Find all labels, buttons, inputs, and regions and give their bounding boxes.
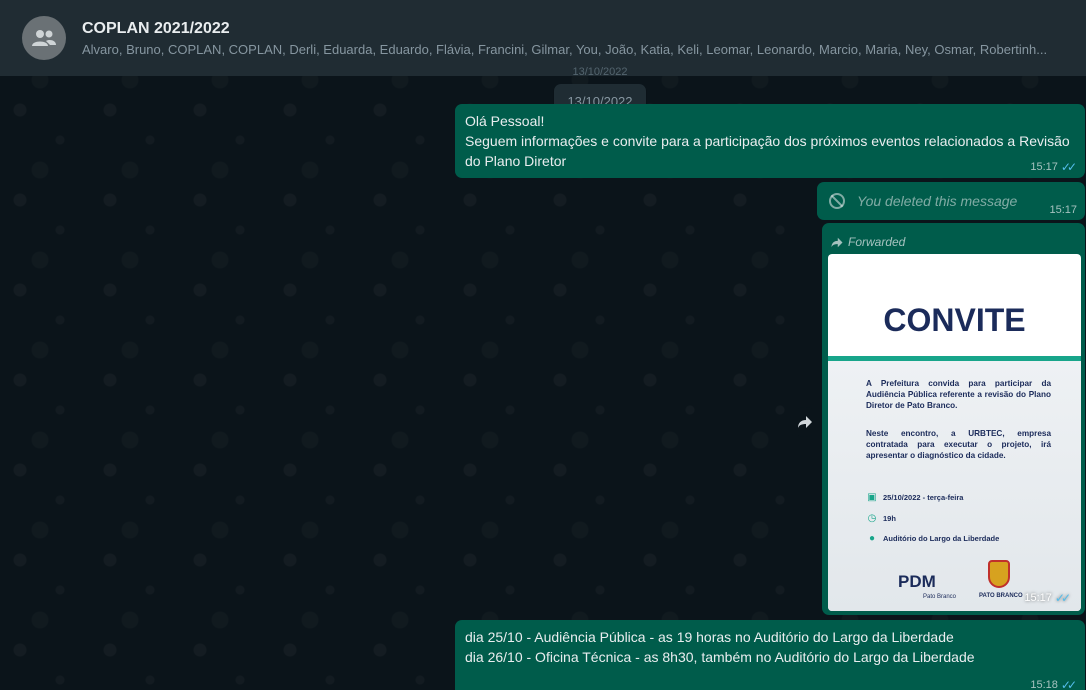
share-forward-button[interactable] xyxy=(790,407,820,437)
message-time: 15:18 xyxy=(1030,679,1058,690)
date-separator-faded: 13/10/2022 xyxy=(572,66,628,78)
message-text-line: dia 25/10 - Audiência Pública - as 19 ho… xyxy=(465,629,954,645)
message-text-line: Olá Pessoal! xyxy=(465,113,545,129)
invite-date-row: ▣ 25/10/2022 - terça-feira xyxy=(866,492,963,503)
pdm-subtitle: Pato Branco xyxy=(923,594,957,600)
double-check-icon: ✓✓ xyxy=(1054,591,1071,605)
city-crest-icon xyxy=(988,560,1010,588)
pdm-logo: PDM xyxy=(898,572,936,591)
invite-title: CONVITE xyxy=(883,302,1026,338)
invite-hour: 19h xyxy=(883,514,896,523)
invite-place-row: ● Auditório do Largo da Liberdade xyxy=(866,533,999,544)
city-name: PATO BRANCO xyxy=(979,593,1023,599)
deleted-message-text: You deleted this message xyxy=(857,193,1018,209)
forwarded-image-message[interactable]: Forwarded CONVITE A Prefeitura convida p… xyxy=(822,223,1085,615)
forward-arrow-icon xyxy=(831,237,843,247)
deleted-message-bubble[interactable]: You deleted this message 15:17 xyxy=(817,182,1085,220)
location-pin-icon: ● xyxy=(868,533,876,544)
chat-header[interactable]: COPLAN 2021/2022 Alvaro, Bruno, COPLAN, … xyxy=(0,0,1086,76)
forwarded-label: Forwarded xyxy=(826,227,1081,253)
invite-paragraph: Neste encontro, a URBTEC, empresa contra… xyxy=(866,429,1051,460)
group-icon xyxy=(32,30,56,46)
blocked-icon xyxy=(829,193,845,209)
message-bubble[interactable]: Olá Pessoal! Seguem informações e convit… xyxy=(455,104,1085,178)
double-check-icon: ✓✓ xyxy=(1060,678,1077,690)
message-time: 15:17 xyxy=(1049,204,1077,216)
invite-paragraph: A Prefeitura convida para participar da … xyxy=(866,379,1051,410)
invite-date: 25/10/2022 - terça-feira xyxy=(883,493,964,502)
forwarded-text: Forwarded xyxy=(848,235,906,249)
group-avatar[interactable] xyxy=(22,16,66,60)
clock-icon: ◷ xyxy=(867,513,877,524)
message-bubble[interactable]: dia 25/10 - Audiência Pública - as 19 ho… xyxy=(455,620,1085,690)
message-time: 15:17 xyxy=(1030,161,1058,173)
message-time: 15:17 xyxy=(1024,592,1052,604)
double-check-icon: ✓✓ xyxy=(1060,160,1077,174)
calendar-icon: ▣ xyxy=(867,492,877,503)
share-forward-icon xyxy=(798,416,812,428)
message-text-body: Seguem informações e convite para a part… xyxy=(465,133,1070,169)
chat-title[interactable]: COPLAN 2021/2022 xyxy=(82,20,1067,38)
invite-time-row: ◷ 19h xyxy=(866,513,896,524)
chat-members-list[interactable]: Alvaro, Bruno, COPLAN, COPLAN, Derli, Ed… xyxy=(82,42,1067,57)
invite-place: Auditório do Largo da Liberdade xyxy=(883,534,1000,543)
message-text-line: dia 26/10 - Oficina Técnica - as 8h30, t… xyxy=(465,649,975,665)
invitation-image[interactable]: CONVITE A Prefeitura convida para partic… xyxy=(828,254,1081,611)
